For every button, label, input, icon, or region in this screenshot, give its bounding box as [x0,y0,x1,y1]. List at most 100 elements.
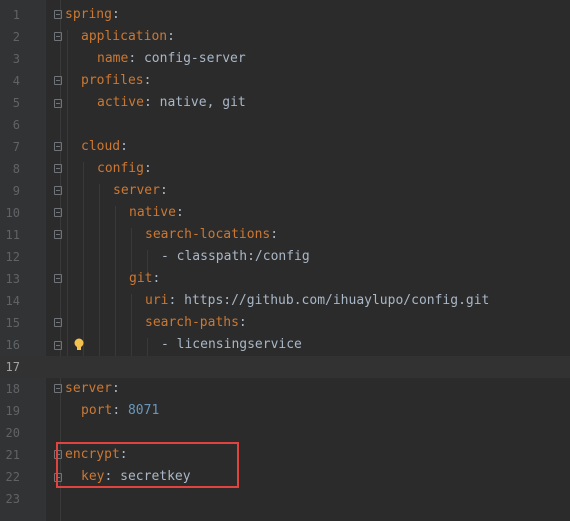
intention-bulb-icon[interactable] [73,338,85,352]
line-number: 19 [5,404,20,418]
line-number: 7 [12,140,20,154]
yaml-key: uri [145,293,169,308]
code-text: cloud: [81,136,128,158]
fold-icon[interactable] [54,450,62,459]
code-text: uri: https://github.com/ihuaylupo/config… [145,290,489,312]
yaml-colon: : [143,161,152,176]
yaml-colon: : [119,447,128,462]
code-line[interactable]: 8 config: [0,158,570,180]
code-line[interactable]: 14 uri: https://github.com/ihuaylupo/conf… [0,290,570,312]
code-line[interactable]: 9 server: [0,180,570,202]
line-number: 20 [5,426,20,440]
fold-icon[interactable] [54,473,62,482]
yaml-value: - licensingservice [161,337,302,352]
yaml-key: server [113,183,160,198]
fold-icon[interactable] [54,384,62,393]
yaml-key: server [65,381,112,396]
code-text: server: [113,180,168,202]
line-number: 4 [12,74,20,88]
code-line[interactable]: 6 [0,114,570,136]
fold-icon[interactable] [54,318,62,327]
yaml-key: encrypt [65,447,120,462]
yaml-colon: : [143,95,152,110]
fold-icon[interactable] [54,208,62,217]
code-text: - classpath:/config [161,246,310,268]
code-text: spring: [65,4,120,26]
yaml-key: application [81,29,168,44]
line-number: 22 [5,470,20,484]
code-text: application: [81,26,175,48]
yaml-key: native [129,205,176,220]
fold-icon[interactable] [54,274,62,283]
code-line[interactable]: 10 native: [0,202,570,224]
code-text: active: native, git [97,92,246,114]
yaml-key: port [81,403,113,418]
yaml-value: 8071 [120,403,160,418]
yaml-key: spring [65,7,112,22]
line-number: 10 [5,206,20,220]
yaml-key: cloud [81,139,121,154]
line-number: 16 [5,338,20,352]
code-line[interactable]: 21 encrypt: [0,444,570,466]
code-line[interactable]: 11 search-locations: [0,224,570,246]
line-number: 12 [5,250,20,264]
code-line[interactable]: 7 cloud: [0,136,570,158]
line-number: 5 [12,96,20,110]
code-text: config: [97,158,152,180]
line-number: 11 [5,228,20,242]
fold-icon[interactable] [54,76,62,85]
fold-icon[interactable] [54,186,62,195]
code-text: profiles: [81,70,151,92]
yaml-colon: : [159,183,168,198]
code-line[interactable]: 3 name: config-server [0,48,570,70]
line-number: 2 [12,30,20,44]
yaml-colon: : [175,205,184,220]
code-line[interactable]: 1 spring: [0,4,570,26]
code-line[interactable]: 12 - classpath:/config [0,246,570,268]
yaml-key: search-paths [145,315,239,330]
fold-icon[interactable] [54,142,62,151]
line-number: 21 [5,448,20,462]
code-line[interactable]: 17 [0,356,570,378]
code-line[interactable]: 4 profiles: [0,70,570,92]
fold-icon[interactable] [54,32,62,41]
code-text: key: secretkey [81,466,191,488]
code-line[interactable]: 16 - licensingservice [0,334,570,356]
code-line[interactable]: 13 git: [0,268,570,290]
yaml-value: native, git [151,95,246,110]
code-line[interactable]: 19 port: 8071 [0,400,570,422]
code-editor[interactable]: 1 spring: 2 application: 3 name: config-serve… [0,0,570,521]
yaml-colon: : [111,7,120,22]
code-line[interactable]: 2 application: [0,26,570,48]
fold-icon[interactable] [54,10,62,19]
line-number: 3 [12,52,20,66]
code-text: name: config-server [97,48,246,70]
yaml-key: key [81,469,105,484]
line-number: 6 [12,118,20,132]
yaml-value: - classpath:/config [161,249,310,264]
yaml-key: git [129,271,153,286]
yaml-value: https://github.com/ihuaylupo/config.git [176,293,490,308]
code-text: search-paths: [145,312,247,334]
line-number: 18 [5,382,20,396]
yaml-key: search-locations [145,227,271,242]
fold-icon[interactable] [54,230,62,239]
code-line[interactable]: 22 key: secretkey [0,466,570,488]
code-text: native: [129,202,184,224]
yaml-value: secretkey [112,469,191,484]
yaml-key: name [97,51,129,66]
code-line[interactable]: 18 server: [0,378,570,400]
yaml-key: profiles [81,73,144,88]
yaml-key: config [97,161,144,176]
yaml-colon: : [167,29,175,44]
code-line[interactable]: 20 [0,422,570,444]
code-line[interactable]: 15 search-paths: [0,312,570,334]
code-line[interactable]: 5 active: native, git [0,92,570,114]
fold-icon[interactable] [54,164,62,173]
fold-icon[interactable] [54,341,62,350]
code-text: git: [129,268,160,290]
line-number: 1 [12,8,20,22]
code-line[interactable]: 23 [0,488,570,510]
fold-icon[interactable] [54,99,62,108]
line-number: 9 [12,184,20,198]
